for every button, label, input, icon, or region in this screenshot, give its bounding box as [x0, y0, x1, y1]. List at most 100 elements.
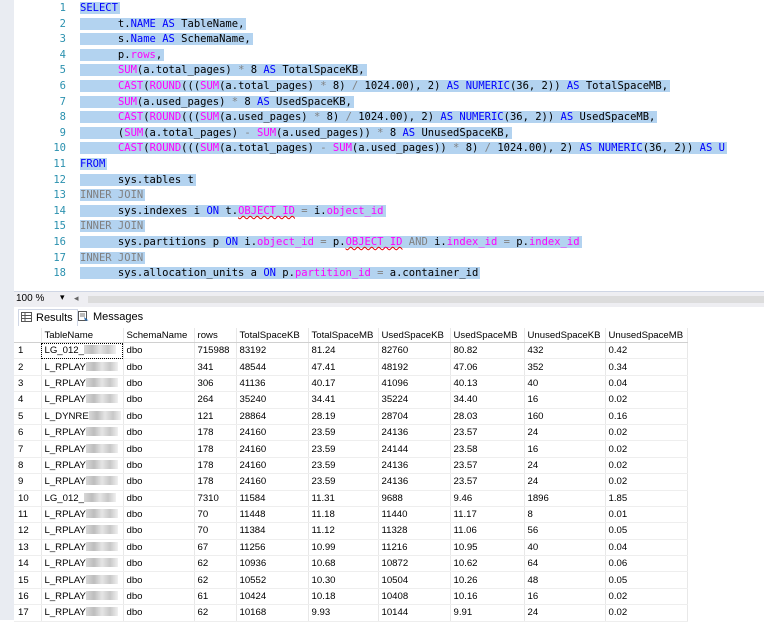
table-cell[interactable]: 40	[524, 539, 606, 557]
row-number[interactable]: 10	[14, 490, 42, 507]
table-cell[interactable]: 24136	[378, 457, 451, 475]
table-cell[interactable]: 7310	[194, 490, 237, 507]
table-cell[interactable]: 9.46	[450, 490, 525, 507]
row-number[interactable]: 11	[14, 506, 42, 524]
row-number[interactable]: 3	[14, 375, 42, 393]
table-cell[interactable]: L_RPLAY	[41, 555, 124, 573]
table-cell[interactable]: 48544	[236, 358, 309, 376]
table-cell[interactable]: 264	[194, 391, 237, 409]
table-cell[interactable]: 10.30	[308, 571, 379, 589]
table-cell[interactable]: 62	[194, 604, 237, 622]
table-row[interactable]: 1 LG_012_ dbo 715988 83192 81.24 82760 80.82 432…	[14, 342, 688, 360]
column-header[interactable]: TableName	[41, 328, 124, 343]
table-cell[interactable]: 24	[524, 424, 606, 442]
table-cell[interactable]: 0.04	[605, 375, 688, 393]
column-header[interactable]: UnusedSpaceMB	[605, 328, 688, 343]
table-cell[interactable]: 0.06	[605, 555, 688, 573]
table-cell[interactable]: 432	[524, 342, 606, 360]
table-cell[interactable]: 62	[194, 571, 237, 589]
row-number[interactable]: 8	[14, 457, 42, 475]
table-cell[interactable]: 0.02	[605, 440, 688, 458]
table-cell[interactable]: 121	[194, 408, 237, 425]
table-cell[interactable]: dbo	[123, 391, 195, 409]
column-header[interactable]: rows	[194, 328, 237, 343]
table-cell[interactable]: 10872	[378, 555, 451, 573]
table-cell[interactable]: 178	[194, 457, 237, 475]
column-header[interactable]: UnusedSpaceKB	[524, 328, 606, 343]
table-cell[interactable]: 80.82	[450, 342, 525, 360]
table-cell[interactable]: 10408	[378, 588, 451, 606]
table-cell[interactable]: 24144	[378, 440, 451, 458]
table-cell[interactable]: 16	[524, 440, 606, 458]
table-cell[interactable]: 24160	[236, 457, 309, 475]
table-cell[interactable]: 23.58	[450, 440, 525, 458]
table-cell[interactable]: 62	[194, 555, 237, 573]
row-number[interactable]: 2	[14, 358, 42, 376]
table-cell[interactable]: 67	[194, 539, 237, 557]
table-cell[interactable]: 16	[524, 391, 606, 409]
table-cell[interactable]: 28704	[378, 408, 451, 425]
table-row[interactable]: 12 L_RPLAY dbo 70 11384 11.12 11328 11.06 56 0.05	[14, 522, 688, 540]
column-header[interactable]: SchemaName	[123, 328, 195, 343]
table-cell[interactable]: 0.02	[605, 457, 688, 475]
table-cell[interactable]: L_RPLAY	[41, 522, 124, 540]
table-cell[interactable]: 24	[524, 457, 606, 475]
row-number[interactable]: 6	[14, 424, 42, 442]
table-cell[interactable]: 0.05	[605, 571, 688, 589]
table-cell[interactable]: dbo	[123, 440, 195, 458]
table-cell[interactable]: LG_012_	[41, 342, 124, 360]
table-cell[interactable]: 0.04	[605, 539, 688, 557]
query-editor[interactable]: 1 SELECT 2 t.NAME AS TableName, 3 s.Name AS…	[14, 0, 764, 291]
table-cell[interactable]: dbo	[123, 408, 195, 425]
row-number-header[interactable]	[14, 328, 42, 343]
table-cell[interactable]: 0.02	[605, 588, 688, 606]
row-number[interactable]: 4	[14, 391, 42, 409]
scroll-left-icon[interactable]: ◂	[74, 293, 79, 304]
table-cell[interactable]: dbo	[123, 539, 195, 557]
table-cell[interactable]: 0.16	[605, 408, 688, 425]
table-cell[interactable]: 64	[524, 555, 606, 573]
table-cell[interactable]: dbo	[123, 522, 195, 540]
table-cell[interactable]: 352	[524, 358, 606, 376]
table-cell[interactable]: L_DYNRE	[41, 408, 124, 425]
table-cell[interactable]: 70	[194, 506, 237, 524]
row-number[interactable]: 5	[14, 408, 42, 425]
table-cell[interactable]: 11584	[236, 490, 309, 507]
table-cell[interactable]: 160	[524, 408, 606, 425]
table-cell[interactable]: dbo	[123, 571, 195, 589]
row-number[interactable]: 16	[14, 588, 42, 606]
table-cell[interactable]: 34.40	[450, 391, 525, 409]
column-header[interactable]: TotalSpaceKB	[236, 328, 309, 343]
table-cell[interactable]: dbo	[123, 473, 195, 491]
table-cell[interactable]: 0.01	[605, 506, 688, 524]
row-number[interactable]: 1	[14, 342, 42, 360]
table-cell[interactable]: 10.95	[450, 539, 525, 557]
table-cell[interactable]: 10.18	[308, 588, 379, 606]
table-cell[interactable]: L_RPLAY	[41, 539, 124, 557]
table-cell[interactable]: 28864	[236, 408, 309, 425]
table-cell[interactable]: 0.42	[605, 342, 688, 360]
table-cell[interactable]: dbo	[123, 375, 195, 393]
table-cell[interactable]: dbo	[123, 506, 195, 524]
table-cell[interactable]: 41136	[236, 375, 309, 393]
table-cell[interactable]: 9.91	[450, 604, 525, 622]
table-cell[interactable]: 34.41	[308, 391, 379, 409]
table-cell[interactable]: 11.17	[450, 506, 525, 524]
table-cell[interactable]: 11440	[378, 506, 451, 524]
table-cell[interactable]: 24	[524, 604, 606, 622]
table-cell[interactable]: 23.57	[450, 424, 525, 442]
table-cell[interactable]: dbo	[123, 424, 195, 442]
table-cell[interactable]: dbo	[123, 555, 195, 573]
table-cell[interactable]: L_RPLAY	[41, 506, 124, 524]
table-cell[interactable]: 10.68	[308, 555, 379, 573]
zoom-level[interactable]: 100 %	[16, 293, 44, 304]
table-cell[interactable]: 48192	[378, 358, 451, 376]
table-cell[interactable]: 0.05	[605, 522, 688, 540]
row-number[interactable]: 9	[14, 473, 42, 491]
table-row[interactable]: 3 L_RPLAY dbo 306 41136 40.17 41096 40.13 40 0.04	[14, 375, 688, 393]
table-cell[interactable]: 1.85	[605, 490, 688, 507]
table-cell[interactable]: 24160	[236, 424, 309, 442]
table-cell[interactable]: 28.19	[308, 408, 379, 425]
table-cell[interactable]: 0.02	[605, 473, 688, 491]
table-cell[interactable]: 8	[524, 506, 606, 524]
